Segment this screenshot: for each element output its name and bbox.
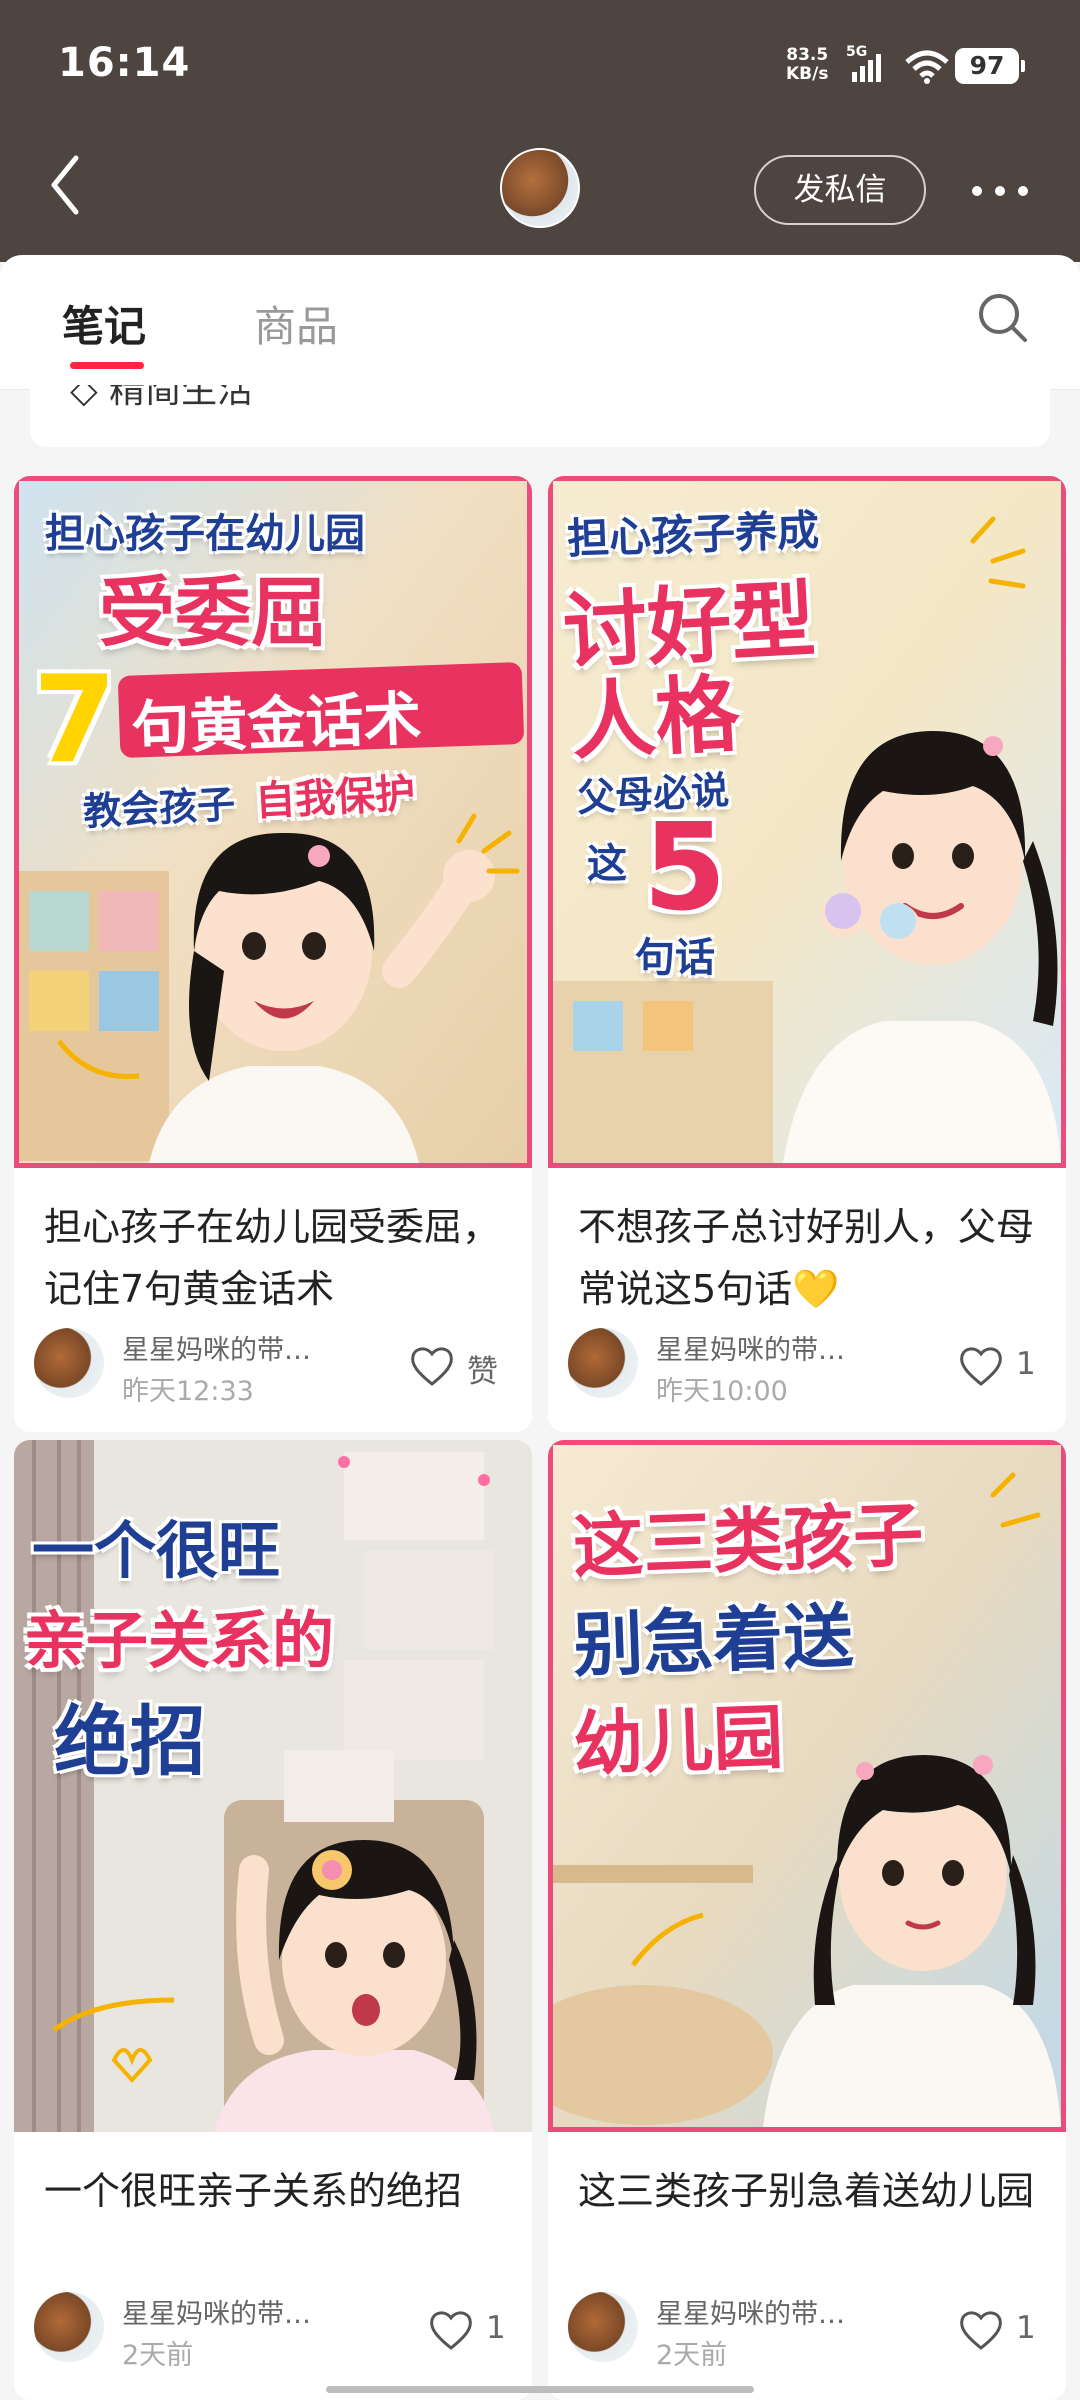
tag-icon: ◇ bbox=[70, 385, 98, 411]
collapsed-card-label: ◇ 精简生活 bbox=[70, 385, 253, 413]
more-icon[interactable] bbox=[970, 170, 1030, 210]
cover-text: 绝招 bbox=[54, 1697, 206, 1786]
profile-header: 16:14 83.5 KB/s 5G 97 发私信 bbox=[0, 0, 1080, 262]
author-avatar[interactable] bbox=[34, 2292, 104, 2362]
author-name[interactable]: 星星妈咪的带… bbox=[656, 2292, 845, 2331]
note-cover[interactable]: 担心孩子在幼儿园 受委屈 7 句黄金话术 教会孩子 自我保护 bbox=[14, 476, 532, 1168]
cover-text: 教会孩子 bbox=[82, 782, 237, 834]
author-name[interactable]: 星星妈咪的带… bbox=[122, 1328, 311, 1367]
cover-text: 幼儿园 bbox=[571, 1696, 785, 1786]
like-count: 1 bbox=[1016, 1346, 1036, 1382]
clock: 16:14 bbox=[58, 40, 191, 86]
cover-text: 别急着送 bbox=[571, 1595, 855, 1687]
search-icon[interactable] bbox=[975, 290, 1031, 346]
send-message-button[interactable]: 发私信 bbox=[754, 155, 926, 225]
note-title[interactable]: 担心孩子在幼儿园受委屈，记住7句黄金话术 bbox=[44, 1196, 514, 1320]
cover-text: 句话 bbox=[635, 935, 715, 981]
note-card[interactable]: 担心孩子养成 讨好型 人格 父母必说 这 5 句话 不想孩子总讨好别人，父母常说… bbox=[548, 476, 1066, 1432]
author-avatar[interactable] bbox=[34, 1328, 104, 1398]
note-card[interactable]: 担心孩子在幼儿园 受委屈 7 句黄金话术 教会孩子 自我保护 担心孩子在幼儿园受… bbox=[14, 476, 532, 1432]
heart-icon bbox=[960, 2311, 1002, 2350]
cover-text: 这 bbox=[587, 841, 627, 887]
note-card[interactable]: 这三类孩子 别急着送 幼儿园 这三类孩子别急着送幼儿园 星星妈咪的带… 2天前 … bbox=[548, 1440, 1066, 2400]
tab-bar: 笔记 商品 bbox=[0, 255, 1080, 390]
svg-text:5G: 5G bbox=[846, 44, 867, 60]
cover-text: 5 bbox=[643, 799, 727, 938]
author-avatar[interactable] bbox=[568, 1328, 638, 1398]
post-time: 2天前 bbox=[122, 2340, 194, 2371]
status-bar: 16:14 83.5 KB/s 5G 97 bbox=[0, 0, 1080, 130]
author-name[interactable]: 星星妈咪的带… bbox=[656, 1328, 845, 1367]
author-avatar[interactable] bbox=[568, 2292, 638, 2362]
note-title[interactable]: 这三类孩子别急着送幼儿园 bbox=[578, 2160, 1048, 2222]
note-cover[interactable]: 担心孩子养成 讨好型 人格 父母必说 这 5 句话 bbox=[548, 476, 1066, 1168]
cover-text: 自我保护 bbox=[254, 770, 417, 826]
post-time: 昨天12:33 bbox=[122, 1376, 254, 1407]
cover-text: 人格 bbox=[568, 664, 742, 772]
tab-notes[interactable]: 笔记 bbox=[62, 293, 146, 354]
note-title[interactable]: 一个很旺亲子关系的绝招 bbox=[44, 2160, 514, 2222]
cover-banner: 句黄金话术 bbox=[117, 661, 525, 763]
cover-text: 7 bbox=[33, 651, 117, 790]
note-card[interactable]: 一个很旺 亲子关系的 绝招 一个很旺亲子关系的绝招 星星妈咪的带… 2天前 1 bbox=[14, 1440, 532, 2400]
signal-icon: 5G bbox=[846, 44, 894, 88]
network-speed: 83.5 KB/s bbox=[786, 45, 829, 84]
battery-icon: 97 bbox=[955, 48, 1025, 84]
heart-icon bbox=[430, 2311, 472, 2350]
like-count: 1 bbox=[1016, 2310, 1036, 2346]
note-cover[interactable]: 一个很旺 亲子关系的 绝招 bbox=[14, 1440, 532, 2132]
active-tab-indicator bbox=[70, 362, 144, 369]
note-cover[interactable]: 这三类孩子 别急着送 幼儿园 bbox=[548, 1440, 1066, 2132]
cover-text: 这三类孩子 bbox=[571, 1493, 925, 1589]
avatar[interactable] bbox=[500, 148, 580, 228]
cover-text: 受委屈 bbox=[99, 568, 327, 657]
wifi-icon bbox=[905, 50, 949, 88]
heart-icon bbox=[411, 1347, 453, 1386]
note-title[interactable]: 不想孩子总讨好别人，父母常说这5句话💛 bbox=[578, 1196, 1048, 1320]
post-time: 昨天10:00 bbox=[656, 1376, 788, 1407]
like-count: 1 bbox=[486, 2310, 506, 2346]
cover-text: 一个很旺 bbox=[32, 1514, 281, 1587]
post-time: 2天前 bbox=[656, 2340, 728, 2371]
back-button[interactable] bbox=[46, 150, 106, 220]
heart-icon bbox=[960, 1347, 1002, 1386]
gesture-bar[interactable] bbox=[326, 2386, 754, 2393]
collapsed-card[interactable]: ◇ 精简生活 bbox=[30, 385, 1050, 447]
like-count: 赞 bbox=[467, 1354, 498, 1390]
cover-text: 亲子关系的 bbox=[24, 1604, 335, 1677]
tab-goods[interactable]: 商品 bbox=[254, 293, 338, 354]
author-name[interactable]: 星星妈咪的带… bbox=[122, 2292, 311, 2331]
